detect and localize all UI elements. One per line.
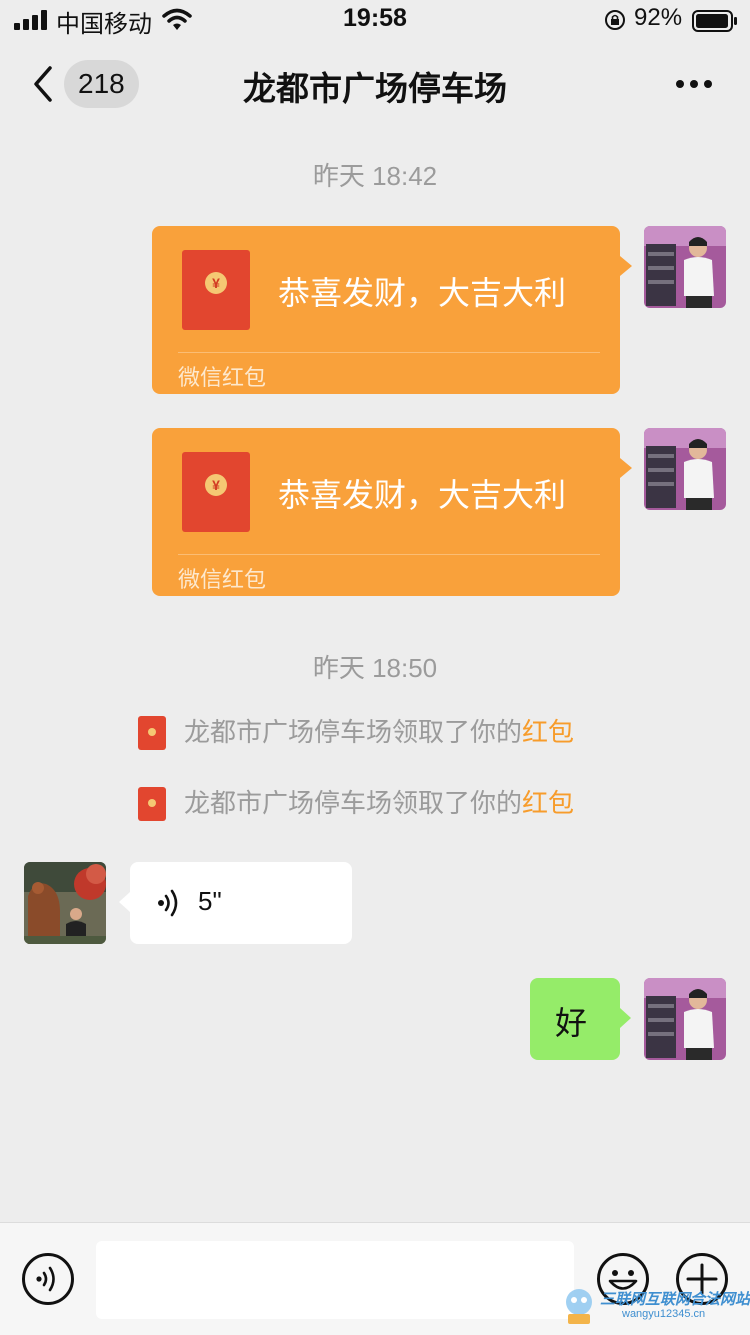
watermark-logo-icon — [566, 1289, 592, 1324]
red-envelope-icon: ¥ — [182, 452, 250, 532]
watermark-url: wangyu12345.cn — [622, 1308, 706, 1320]
divider — [178, 554, 600, 555]
watermark-text: 三联网互联网合法网站 — [600, 1291, 750, 1308]
voice-wave-icon — [158, 889, 178, 917]
my-avatar[interactable] — [644, 428, 726, 510]
more-dots-icon[interactable] — [674, 72, 714, 96]
red-packet-wish: 恭喜发财，大吉大利 — [278, 477, 567, 513]
red-packet-claimed-notice: 龙都市广场停车场领取了你的红包 — [0, 714, 750, 754]
divider — [178, 352, 600, 353]
voice-toggle-icon[interactable] — [21, 1252, 75, 1306]
my-avatar[interactable] — [644, 226, 726, 308]
red-envelope-icon: ¥ — [182, 250, 250, 330]
red-packet-small-icon — [138, 716, 166, 750]
bubble-tail — [119, 892, 130, 912]
red-packet-link[interactable]: 红包 — [522, 717, 574, 747]
voice-message[interactable]: 5" — [119, 862, 352, 944]
message-text: 好 — [554, 1005, 587, 1041]
bubble-tail — [620, 458, 632, 478]
my-avatar[interactable] — [644, 978, 726, 1060]
red-packet-label: 微信红包 — [178, 365, 267, 390]
notice-text: 龙都市广场停车场领取了你的 — [184, 717, 523, 747]
bubble-tail — [620, 256, 632, 276]
chat-title: 龙都市广场停车场 — [243, 70, 507, 107]
red-packet-message[interactable]: ¥ 恭喜发财，大吉大利 微信红包 — [152, 428, 632, 596]
message-timestamp: 昨天 18:42 — [312, 161, 438, 191]
red-packet-message[interactable]: ¥ 恭喜发财，大吉大利 微信红包 — [152, 226, 632, 394]
text-message[interactable]: 好 — [530, 978, 631, 1060]
contact-avatar[interactable] — [24, 862, 106, 944]
chat-header: 218 龙都市广场停车场 — [0, 40, 750, 130]
orientation-lock-icon — [605, 10, 625, 30]
voice-duration: 5" — [198, 886, 222, 916]
notice-text: 龙都市广场停车场领取了你的 — [184, 788, 523, 818]
red-packet-wish: 恭喜发财，大吉大利 — [278, 275, 567, 311]
status-bar: 中国移动 19:58 92% — [0, 0, 750, 40]
bubble-tail — [620, 1008, 631, 1028]
red-packet-claimed-notice: 龙都市广场停车场领取了你的红包 — [0, 785, 750, 825]
battery-percent: 92% — [634, 4, 683, 31]
site-watermark: 三联网互联网合法网站 wangyu12345.cn — [560, 1284, 750, 1328]
red-packet-label: 微信红包 — [178, 567, 267, 592]
red-packet-small-icon — [138, 787, 166, 821]
red-packet-link[interactable]: 红包 — [522, 788, 574, 818]
message-timestamp: 昨天 18:50 — [312, 653, 438, 683]
battery-icon — [692, 10, 737, 32]
message-input[interactable] — [96, 1241, 574, 1319]
